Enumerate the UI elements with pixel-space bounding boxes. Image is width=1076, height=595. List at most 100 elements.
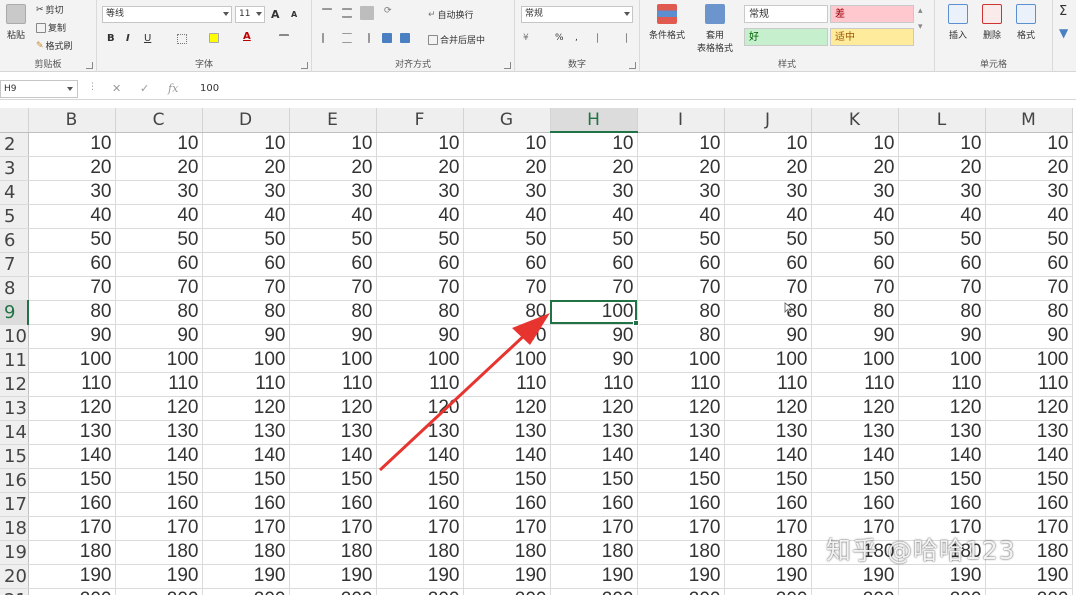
shrink-font-button[interactable]: A (291, 10, 297, 19)
accounting-button[interactable]: ¥ (523, 33, 529, 43)
cell-d13[interactable]: 120 (202, 396, 290, 421)
cell-c12[interactable]: 110 (115, 372, 203, 397)
row-header[interactable]: 9 (0, 300, 29, 325)
cell-k7[interactable]: 60 (811, 252, 899, 277)
cell-m21[interactable]: 200 (985, 588, 1073, 595)
cell-f4[interactable]: 30 (376, 180, 464, 205)
fill-handle[interactable] (633, 320, 639, 326)
grow-font-button[interactable]: A (271, 8, 280, 21)
cell-e16[interactable]: 150 (289, 468, 377, 493)
cell-m7[interactable]: 60 (985, 252, 1073, 277)
cell-d12[interactable]: 110 (202, 372, 290, 397)
cell-m9[interactable]: 80 (985, 300, 1073, 325)
cell-f21[interactable]: 200 (376, 588, 464, 595)
cell-e8[interactable]: 70 (289, 276, 377, 301)
cell-h19[interactable]: 180 (550, 540, 638, 565)
cell-h3[interactable]: 20 (550, 156, 638, 181)
cell-j20[interactable]: 190 (724, 564, 812, 589)
cell-i2[interactable]: 10 (637, 132, 725, 157)
fill-color-button[interactable] (209, 33, 219, 43)
cell-g12[interactable]: 110 (463, 372, 551, 397)
cell-f7[interactable]: 60 (376, 252, 464, 277)
cell-f15[interactable]: 140 (376, 444, 464, 469)
cell-l9[interactable]: 80 (898, 300, 986, 325)
number-launcher-icon[interactable] (629, 62, 636, 69)
cell-l2[interactable]: 10 (898, 132, 986, 157)
name-box[interactable]: H9 (0, 80, 78, 98)
cell-b18[interactable]: 170 (28, 516, 116, 541)
cell-i18[interactable]: 170 (637, 516, 725, 541)
cell-d10[interactable]: 90 (202, 324, 290, 349)
cell-b4[interactable]: 30 (28, 180, 116, 205)
cell-e14[interactable]: 130 (289, 420, 377, 445)
cell-f11[interactable]: 100 (376, 348, 464, 373)
cell-j2[interactable]: 10 (724, 132, 812, 157)
cell-b5[interactable]: 40 (28, 204, 116, 229)
cell-m20[interactable]: 190 (985, 564, 1073, 589)
cell-g14[interactable]: 130 (463, 420, 551, 445)
cell-d17[interactable]: 160 (202, 492, 290, 517)
cell-c21[interactable]: 200 (115, 588, 203, 595)
cell-l14[interactable]: 130 (898, 420, 986, 445)
cell-b15[interactable]: 140 (28, 444, 116, 469)
align-left-button[interactable] (322, 33, 332, 43)
cell-f3[interactable]: 20 (376, 156, 464, 181)
cell-i10[interactable]: 80 (637, 324, 725, 349)
align-bottom-button[interactable] (360, 6, 374, 20)
cell-l10[interactable]: 90 (898, 324, 986, 349)
cell-f6[interactable]: 50 (376, 228, 464, 253)
cell-l8[interactable]: 70 (898, 276, 986, 301)
cell-c5[interactable]: 40 (115, 204, 203, 229)
cell-d11[interactable]: 100 (202, 348, 290, 373)
cell-m13[interactable]: 120 (985, 396, 1073, 421)
format-button[interactable]: 格式 (1009, 4, 1043, 41)
cell-i14[interactable]: 130 (637, 420, 725, 445)
cell-k13[interactable]: 120 (811, 396, 899, 421)
cell-j7[interactable]: 60 (724, 252, 812, 277)
cell-k16[interactable]: 150 (811, 468, 899, 493)
cell-k10[interactable]: 90 (811, 324, 899, 349)
cell-l13[interactable]: 120 (898, 396, 986, 421)
cell-i15[interactable]: 140 (637, 444, 725, 469)
cell-i11[interactable]: 100 (637, 348, 725, 373)
column-header-l[interactable]: L (898, 108, 986, 133)
cell-b13[interactable]: 120 (28, 396, 116, 421)
cell-m5[interactable]: 40 (985, 204, 1073, 229)
cell-l5[interactable]: 40 (898, 204, 986, 229)
cell-c14[interactable]: 130 (115, 420, 203, 445)
cell-j17[interactable]: 160 (724, 492, 812, 517)
cell-l17[interactable]: 160 (898, 492, 986, 517)
cell-f17[interactable]: 160 (376, 492, 464, 517)
align-middle-button[interactable] (342, 8, 352, 18)
style-neutral[interactable]: 适中 (830, 28, 914, 46)
font-size-select[interactable]: 11 (235, 6, 265, 23)
cell-k4[interactable]: 30 (811, 180, 899, 205)
cell-b6[interactable]: 50 (28, 228, 116, 253)
styles-scroll-down[interactable]: ▾ (918, 22, 923, 32)
cell-g10[interactable]: 90 (463, 324, 551, 349)
cell-h21[interactable]: 200 (550, 588, 638, 595)
cell-b7[interactable]: 60 (28, 252, 116, 277)
cell-l21[interactable]: 200 (898, 588, 986, 595)
cell-m2[interactable]: 10 (985, 132, 1073, 157)
styles-scroll-up[interactable]: ▴ (918, 6, 923, 16)
decrease-indent-button[interactable] (382, 33, 392, 43)
row-header[interactable]: 17 (0, 492, 29, 517)
row-header[interactable]: 14 (0, 420, 29, 445)
cell-d18[interactable]: 170 (202, 516, 290, 541)
cell-e15[interactable]: 140 (289, 444, 377, 469)
underline-button[interactable]: U (144, 33, 151, 44)
cell-e7[interactable]: 60 (289, 252, 377, 277)
cell-e11[interactable]: 100 (289, 348, 377, 373)
cell-g21[interactable]: 200 (463, 588, 551, 595)
align-center-button[interactable] (342, 33, 352, 43)
percent-button[interactable]: % (555, 33, 564, 43)
cell-f19[interactable]: 180 (376, 540, 464, 565)
cell-f20[interactable]: 190 (376, 564, 464, 589)
cell-e21[interactable]: 200 (289, 588, 377, 595)
cell-g5[interactable]: 40 (463, 204, 551, 229)
column-header-k[interactable]: K (811, 108, 899, 133)
cell-k3[interactable]: 20 (811, 156, 899, 181)
cancel-button[interactable]: ✕ (112, 82, 121, 95)
cell-j3[interactable]: 20 (724, 156, 812, 181)
